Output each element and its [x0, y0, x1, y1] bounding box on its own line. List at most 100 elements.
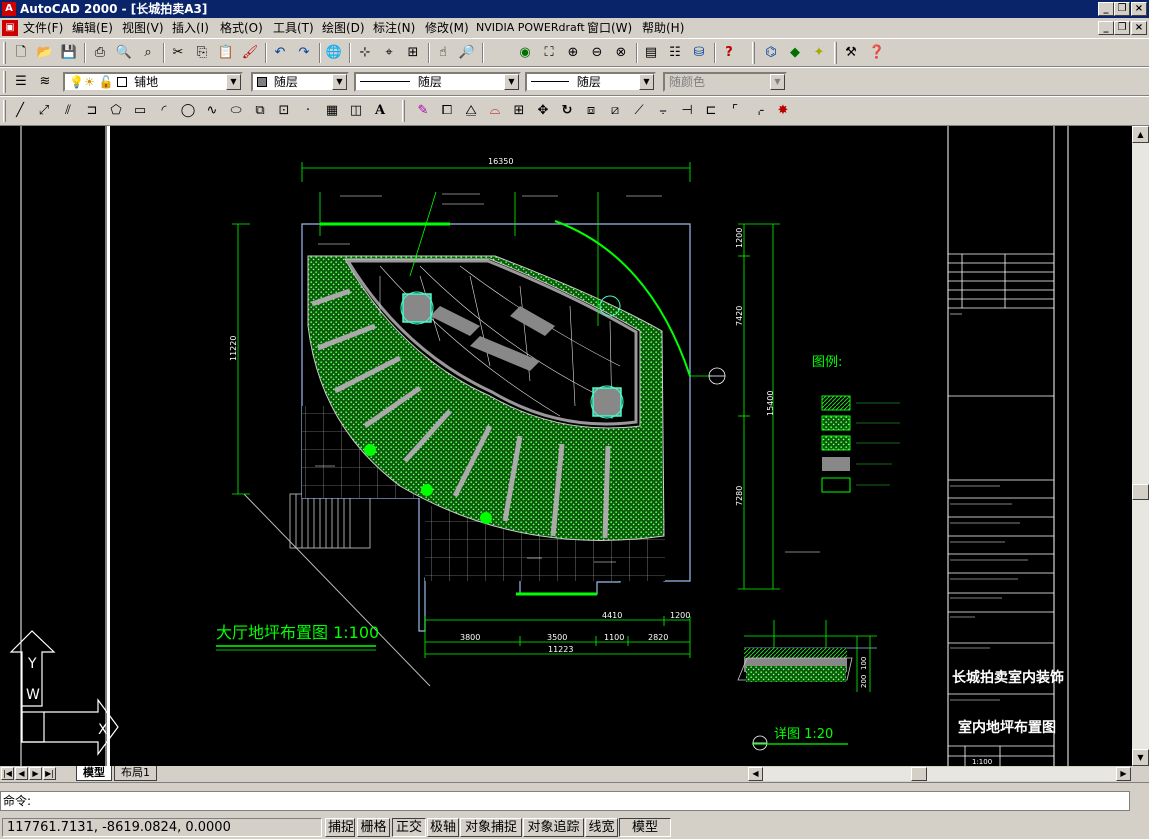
insert-block-icon[interactable]: ⧉ — [249, 100, 271, 122]
scale-icon[interactable]: ⧈ — [580, 100, 602, 122]
stretch-icon[interactable]: ⧄ — [604, 100, 626, 122]
last-tab-icon[interactable]: ▶| — [43, 767, 56, 780]
mirror-icon[interactable]: ⧋ — [460, 100, 482, 122]
object-snap-icon[interactable]: ⊹ — [354, 42, 376, 64]
document-icon[interactable]: ▣ — [2, 20, 18, 36]
horizontal-scrollbar[interactable]: ◀ ▶ — [748, 767, 1131, 781]
ortho-toggle-button[interactable]: 正交 — [392, 818, 426, 837]
copy-object-icon[interactable]: ⧠ — [436, 100, 458, 122]
tab-layout1[interactable]: 布局1 — [114, 766, 157, 781]
next-tab-icon[interactable]: ▶ — [29, 767, 42, 780]
question-help-icon[interactable]: ❓ — [866, 42, 888, 64]
menu-file[interactable]: 文件(F) — [21, 20, 65, 36]
erase-icon[interactable]: ✎ — [412, 100, 434, 122]
polygon-icon[interactable]: ⬠ — [105, 100, 127, 122]
app-minimize-button[interactable]: _ — [1098, 2, 1114, 16]
make-object-layer-current-icon[interactable]: ☰ — [10, 71, 32, 93]
dbconnect-icon[interactable]: ⛁ — [688, 42, 710, 64]
named-views-icon[interactable]: ⛶ — [538, 42, 560, 64]
menu-edit[interactable]: 编辑(E) — [70, 20, 115, 36]
find-icon[interactable]: ⌕ — [137, 42, 159, 64]
fillet-icon[interactable]: ⌌ — [748, 100, 770, 122]
otrack-toggle-button[interactable]: 对象追踪 — [523, 818, 584, 837]
app-restore-button[interactable]: ❐ — [1114, 2, 1130, 16]
chevron-down-icon[interactable]: ▼ — [226, 74, 241, 90]
autocad-app-icon[interactable]: A — [2, 2, 16, 16]
zoom-realtime-icon[interactable]: 🔎 — [456, 42, 478, 64]
chevron-down-icon[interactable]: ▼ — [332, 74, 347, 90]
redo-icon[interactable]: ↷ — [293, 42, 315, 64]
hatch-icon[interactable]: ▦ — [321, 100, 343, 122]
drawing-canvas[interactable]: Y W X 16350 11220 15400 1200 7420 7280 3… — [0, 126, 1132, 766]
tab-model[interactable]: 模型 — [76, 766, 112, 781]
layer-state-icons[interactable]: 💡☀ — [69, 75, 95, 89]
new-file-icon[interactable]: 🗋 — [10, 42, 32, 64]
save-icon[interactable]: 💾 — [58, 42, 80, 64]
make-block-icon[interactable]: ⊡ — [273, 100, 295, 122]
horizontal-scroll-thumb[interactable] — [911, 767, 927, 781]
zoom-previous-icon[interactable]: ⊖ — [586, 42, 608, 64]
menu-dimension[interactable]: 标注(N) — [371, 20, 417, 36]
line-icon[interactable]: ╱ — [9, 100, 31, 122]
lengthen-icon[interactable]: ⟋ — [628, 100, 650, 122]
doc-close-button[interactable]: × — [1131, 21, 1147, 35]
menu-view[interactable]: 视图(V) — [120, 20, 166, 36]
app-close-button[interactable]: × — [1131, 2, 1147, 16]
doc-restore-button[interactable]: ❐ — [1114, 21, 1130, 35]
toolbar-grip[interactable] — [3, 71, 6, 93]
prev-tab-icon[interactable]: ◀ — [15, 767, 28, 780]
vertical-scrollbar[interactable]: ▲ ▼ — [1132, 126, 1149, 766]
zoom-extents-icon[interactable]: ⊗ — [610, 42, 632, 64]
copy-icon[interactable]: ⎘ — [191, 42, 213, 64]
undo-icon[interactable]: ↶ — [269, 42, 291, 64]
menu-help[interactable]: 帮助(H) — [640, 20, 686, 36]
layers-manager-icon[interactable]: ≋ — [34, 71, 56, 93]
scroll-right-icon[interactable]: ▶ — [1116, 767, 1131, 781]
menu-draw[interactable]: 绘图(D) — [320, 20, 367, 36]
scroll-down-icon[interactable]: ▼ — [1132, 749, 1149, 766]
color-control-dropdown[interactable]: 随层 ▼ — [251, 72, 349, 92]
layer-dropdown[interactable]: 💡☀ 🔓 铺地 ▼ — [63, 72, 243, 92]
break-icon[interactable]: ⊏ — [700, 100, 722, 122]
toolbar-grip[interactable] — [3, 42, 6, 64]
toolbar-grip[interactable] — [3, 100, 6, 122]
chevron-down-icon[interactable]: ▼ — [504, 74, 519, 90]
scroll-up-icon[interactable]: ▲ — [1132, 126, 1149, 143]
polyline-icon[interactable]: ⊐ — [81, 100, 103, 122]
properties-icon[interactable]: ▤ — [640, 42, 662, 64]
spline-icon[interactable]: ∿ — [201, 100, 223, 122]
match-properties-icon[interactable]: 🖌 — [239, 42, 261, 64]
pan-realtime-icon[interactable]: ☝ — [432, 42, 454, 64]
zoom-window-icon[interactable]: ⊕ — [562, 42, 584, 64]
toolbar-grip[interactable] — [834, 42, 837, 64]
paste-icon[interactable]: 📋 — [215, 42, 237, 64]
toolbar-grip[interactable] — [752, 42, 755, 64]
coordinates-readout[interactable]: 117761.7131, -8619.0824, 0.0000 — [2, 818, 322, 837]
snap-toggle-button[interactable]: 捕捉 — [325, 818, 355, 837]
extend-icon[interactable]: ⊣ — [676, 100, 698, 122]
vertical-scroll-thumb[interactable] — [1132, 484, 1149, 500]
aerial-view-icon[interactable]: ◉ — [514, 42, 536, 64]
custom-tool-3-icon[interactable]: ✦ — [808, 42, 830, 64]
print-preview-icon[interactable]: 🔍 — [113, 42, 135, 64]
open-folder-icon[interactable]: 📂 — [34, 42, 56, 64]
rotate-icon[interactable]: ↻ — [556, 100, 578, 122]
menu-window[interactable]: 窗口(W) — [585, 20, 634, 36]
model-space-toggle-button[interactable]: 模型 — [619, 818, 671, 837]
first-tab-icon[interactable]: |◀ — [1, 767, 14, 780]
menu-format[interactable]: 格式(O) — [218, 20, 265, 36]
internet-globe-icon[interactable]: 🌐 — [323, 42, 345, 64]
snap-settings-icon[interactable]: ⊞ — [402, 42, 424, 64]
construction-line-icon[interactable]: ⤢ — [33, 100, 55, 122]
scroll-left-icon[interactable]: ◀ — [748, 767, 763, 781]
multiline-text-icon[interactable]: A — [369, 100, 391, 122]
circle-icon[interactable]: ◯ — [177, 100, 199, 122]
tools-wrench-icon[interactable]: ⚒ — [840, 42, 862, 64]
toolbar-grip[interactable] — [402, 100, 405, 122]
move-icon[interactable]: ✥ — [532, 100, 554, 122]
cut-icon[interactable]: ✂ — [167, 42, 189, 64]
array-icon[interactable]: ⊞ — [508, 100, 530, 122]
custom-tool-1-icon[interactable]: ⌬ — [760, 42, 782, 64]
grid-toggle-button[interactable]: 栅格 — [357, 818, 390, 837]
help-icon[interactable]: ? — [718, 42, 740, 64]
